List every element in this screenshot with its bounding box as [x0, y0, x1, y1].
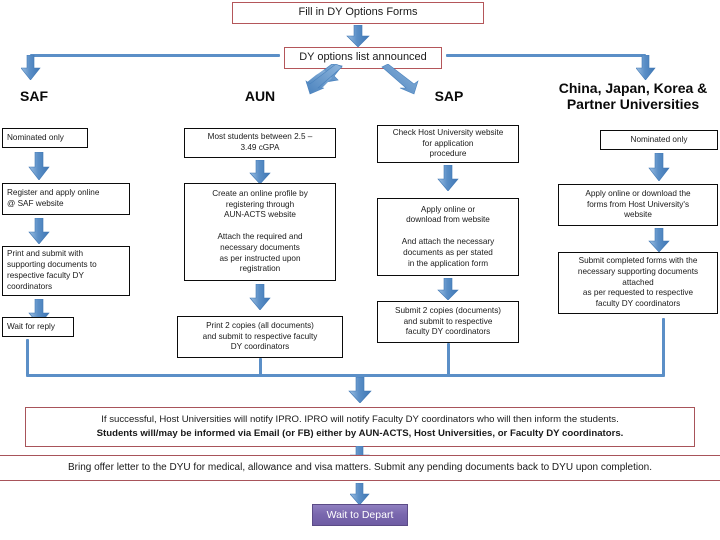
saf-step-print-submit-documents: Print and submit with supporting documen… [2, 246, 130, 296]
sap-step-apply-online-or-download: Apply online or download from website An… [377, 198, 519, 276]
step-label: Submit 2 copies (documents) and submit t… [394, 305, 502, 337]
arrow-partners-2-3 [648, 228, 670, 252]
step-label: Print 2 copies (all documents) and submi… [202, 320, 318, 352]
aun-step-print-2-copies: Print 2 copies (all documents) and submi… [177, 316, 343, 358]
step-label: Nominated only [7, 132, 64, 142]
arrow-sap-2-3 [437, 278, 459, 300]
notice-box-host-university-notification: If successful, Host Universities will no… [25, 407, 695, 447]
heading-label: China, Japan, Korea & Partner Universiti… [558, 80, 708, 113]
offer-letter-text: Bring offer letter to the DYU for medica… [67, 461, 652, 473]
step-label: Wait for reply [7, 321, 55, 331]
arrow-converge-to-notice [348, 377, 372, 403]
step-label: Register and apply online @ SAF website [7, 188, 100, 208]
step-label: Submit completed forms with the necessar… [577, 255, 699, 309]
column-heading-aun: AUN [222, 88, 298, 104]
arrow-branch-saf [21, 55, 41, 80]
heading-label: SAF [20, 88, 48, 104]
branch-line-left [30, 54, 280, 57]
arrow-step1-to-step2 [344, 25, 372, 47]
converge-riser-sap [447, 343, 450, 376]
step-label: DY options list announced [299, 51, 427, 64]
step-label: Print and submit with supporting documen… [7, 249, 97, 291]
partners-step-submit-completed-forms: Submit completed forms with the necessar… [558, 252, 718, 314]
step-label: Nominated only [630, 134, 688, 144]
arrow-sap-1-2 [437, 165, 459, 191]
column-heading-partner-universities: China, Japan, Korea & Partner Universiti… [548, 80, 718, 112]
arrow-offer-letter-to-final [350, 483, 370, 505]
offer-letter-box: Bring offer letter to the DYU for medica… [0, 455, 720, 481]
saf-step-register-apply-online: Register and apply online @ SAF website [2, 183, 130, 215]
heading-label: AUN [244, 88, 276, 104]
branch-line-right [446, 54, 646, 57]
step-label: Fill in DY Options Forms [298, 6, 418, 19]
aun-step-cgpa-requirement: Most students between 2.5 – 3.49 cGPA [184, 128, 336, 158]
column-heading-saf: SAF [4, 88, 64, 104]
step-fill-dy-options-forms: Fill in DY Options Forms [232, 2, 484, 24]
arrow-saf-1-2 [28, 152, 50, 180]
final-step-wait-to-depart: Wait to Depart [312, 504, 408, 526]
partners-step-nominated-only: Nominated only [600, 130, 718, 150]
arrow-branch-aun [298, 64, 344, 96]
step-label: Most students between 2.5 – 3.49 cGPA [207, 132, 313, 152]
arrow-aun-1-2 [249, 160, 271, 184]
step-label: Check Host University website for applic… [392, 127, 504, 159]
step-label: Apply online or download the forms from … [585, 188, 691, 220]
sap-step-check-host-university-website: Check Host University website for applic… [377, 125, 519, 163]
partners-step-apply-or-download-forms: Apply online or download the forms from … [558, 184, 718, 226]
step-label: Create an online profile by registering … [212, 188, 308, 274]
flowchart-canvas: Fill in DY Options Forms DY options list… [0, 0, 720, 540]
converge-bar [26, 374, 665, 377]
column-heading-sap: SAP [412, 88, 486, 104]
step-label: Apply online or download from website An… [401, 204, 495, 268]
sap-step-submit-2-copies: Submit 2 copies (documents) and submit t… [377, 301, 519, 343]
arrow-partners-1-2 [648, 153, 670, 181]
notice-line-2: Students will/may be informed via Email … [96, 428, 624, 439]
step-label: Wait to Depart [326, 509, 394, 521]
arrow-aun-2-3 [249, 284, 271, 310]
saf-step-wait-for-reply: Wait for reply [2, 317, 74, 337]
converge-riser-saf [26, 339, 29, 376]
converge-riser-partners [662, 318, 665, 376]
aun-step-create-online-profile: Create an online profile by registering … [184, 183, 336, 281]
notice-line-1: If successful, Host Universities will no… [101, 414, 619, 426]
heading-label: SAP [434, 88, 464, 104]
saf-step-nominated-only: Nominated only [2, 128, 88, 148]
arrow-saf-2-3 [28, 218, 50, 244]
arrow-branch-partners [636, 55, 656, 80]
